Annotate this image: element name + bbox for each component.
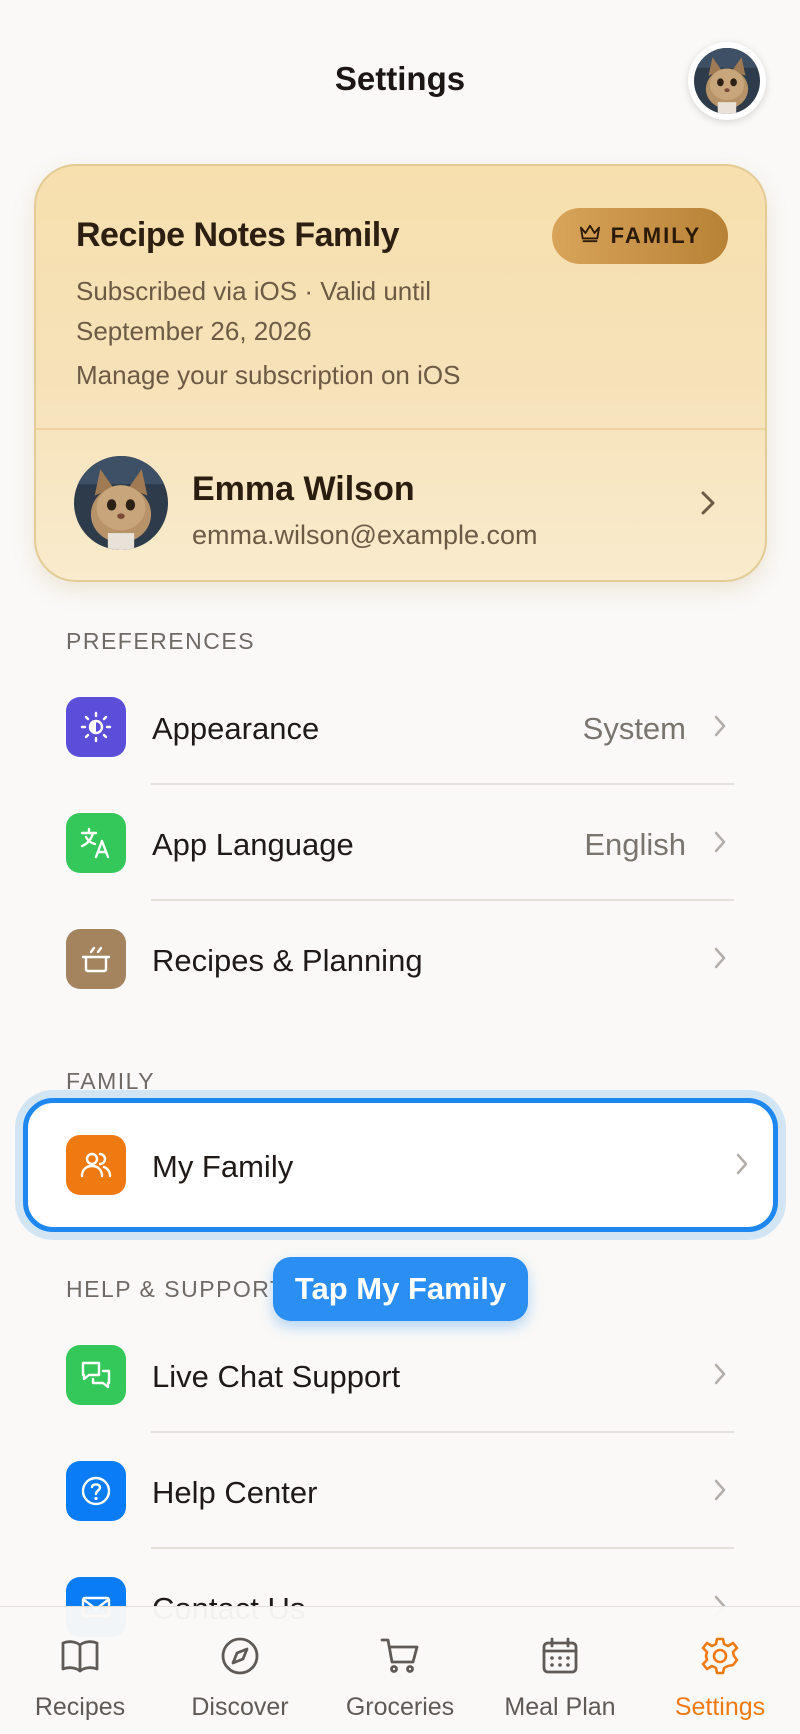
settings-row-label: Recipes & Planning xyxy=(152,943,423,978)
settings-row-value: System xyxy=(582,711,686,746)
crown-icon xyxy=(579,223,601,249)
divider xyxy=(151,899,734,901)
cart-icon xyxy=(379,1635,421,1682)
plan-name: Recipe Notes Family xyxy=(76,216,400,254)
help-icon xyxy=(66,1461,126,1521)
section-label-family: FAMILY xyxy=(66,1068,156,1094)
settings-row-my-family[interactable]: My Family xyxy=(66,1115,756,1215)
users-icon xyxy=(66,1135,126,1195)
subscription-info: Recipe Notes Family FAMILY Subscribed vi… xyxy=(36,166,765,428)
compass-icon xyxy=(219,1635,261,1682)
translate-icon xyxy=(66,813,126,873)
settings-row-help-center[interactable]: Help Center xyxy=(66,1441,734,1541)
chevron-right-icon xyxy=(714,1363,726,1390)
chevron-right-icon xyxy=(714,1479,726,1506)
settings-row-value: English xyxy=(584,827,686,862)
manage-subscription-text: Manage your subscription on iOS xyxy=(76,360,461,390)
coach-mark-tooltip: Tap My Family xyxy=(273,1257,528,1321)
chevron-right-icon xyxy=(714,715,726,742)
chat-icon xyxy=(66,1345,126,1405)
tab-label: Recipes xyxy=(34,1693,126,1721)
page-title: Settings xyxy=(334,60,466,97)
chevron-right-icon xyxy=(736,1153,748,1180)
settings-row-label: App Language xyxy=(152,827,354,862)
chevron-right-icon xyxy=(714,947,726,974)
plan-badge-label: FAMILY xyxy=(610,223,702,248)
tab-recipes[interactable]: Recipes xyxy=(0,1607,160,1734)
avatar xyxy=(694,48,760,114)
book-icon xyxy=(59,1635,101,1682)
divider xyxy=(151,1547,734,1549)
chevron-right-icon xyxy=(714,831,726,858)
gear-icon xyxy=(699,1635,741,1682)
calendar-icon xyxy=(539,1635,581,1682)
subscription-card[interactable]: Recipe Notes Family FAMILY Subscribed vi… xyxy=(34,164,767,582)
tab-label: Meal Plan xyxy=(504,1693,616,1721)
user-name: Emma Wilson xyxy=(192,470,415,508)
settings-row-label: My Family xyxy=(152,1149,294,1184)
pot-icon xyxy=(66,929,126,989)
settings-row-app-language[interactable]: App Language English xyxy=(66,793,734,893)
appearance-icon xyxy=(66,697,126,757)
my-family-highlight[interactable]: My Family xyxy=(23,1098,778,1232)
header: Settings xyxy=(0,0,800,160)
settings-row-appearance[interactable]: Appearance System xyxy=(66,677,734,777)
user-email: emma.wilson@example.com xyxy=(192,520,538,550)
settings-row-recipes-planning[interactable]: Recipes & Planning xyxy=(66,909,734,1009)
tab-groceries[interactable]: Groceries xyxy=(320,1607,480,1734)
tab-label: Groceries xyxy=(345,1693,455,1721)
subscription-valid-until: September 26, 2026 xyxy=(76,316,312,346)
subscription-source: Subscribed via iOS · Valid until xyxy=(76,276,432,306)
plan-badge: FAMILY xyxy=(552,208,728,264)
chevron-right-icon xyxy=(700,490,716,521)
profile-avatar-button[interactable] xyxy=(688,42,766,120)
section-label-preferences: PREFERENCES xyxy=(66,628,256,654)
divider xyxy=(151,783,734,785)
user-avatar xyxy=(74,456,168,550)
tab-label: Settings xyxy=(674,1693,766,1721)
account-row[interactable]: Emma Wilson emma.wilson@example.com xyxy=(36,430,765,580)
tab-meal-plan[interactable]: Meal Plan xyxy=(480,1607,640,1734)
settings-row-live-chat[interactable]: Live Chat Support xyxy=(66,1325,734,1425)
tab-settings[interactable]: Settings xyxy=(640,1607,800,1734)
settings-row-label: Help Center xyxy=(152,1475,318,1510)
settings-row-label: Appearance xyxy=(152,711,320,746)
tab-bar: Recipes Discover Groceries Meal Plan Set… xyxy=(0,1606,800,1734)
tab-discover[interactable]: Discover xyxy=(160,1607,320,1734)
section-label-help-support: HELP & SUPPORT xyxy=(66,1276,286,1302)
divider xyxy=(151,1431,734,1433)
settings-row-label: Live Chat Support xyxy=(152,1359,401,1394)
tab-label: Discover xyxy=(191,1693,289,1721)
